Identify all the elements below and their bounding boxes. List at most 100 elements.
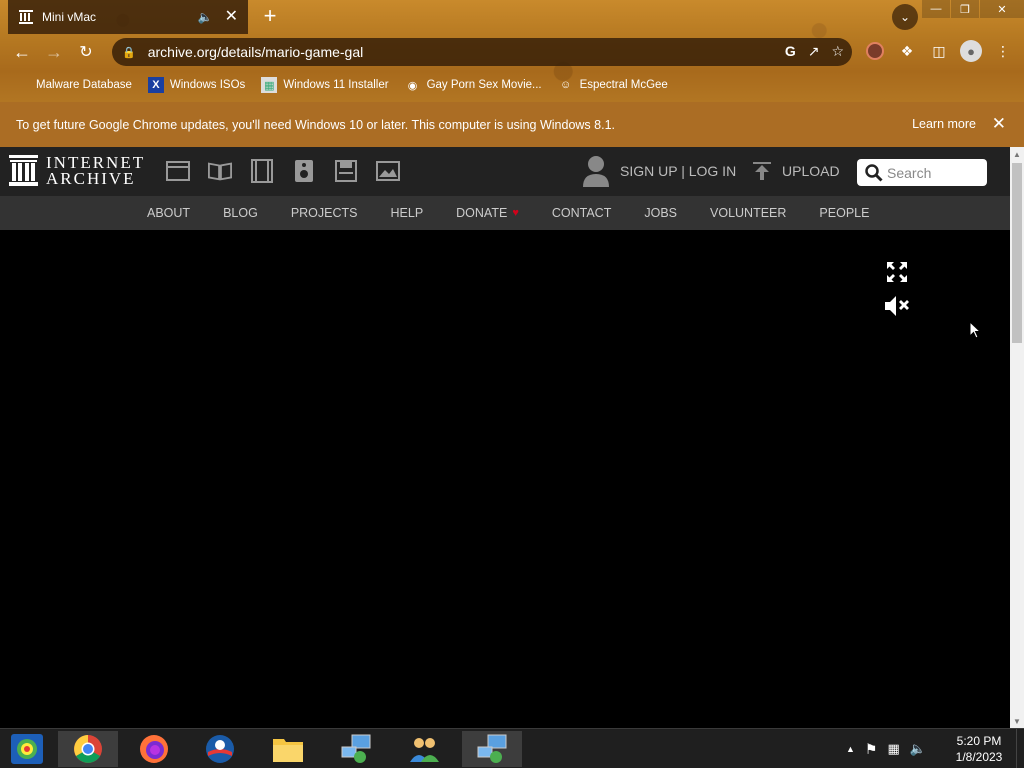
- bookmark-item[interactable]: ☺ Espectral McGee: [558, 77, 668, 93]
- chrome-taskbar-button[interactable]: [58, 731, 118, 767]
- nav-help[interactable]: HELP: [391, 206, 424, 220]
- scroll-thumb[interactable]: [1012, 163, 1022, 343]
- bookmarks-bar: Malware Database X Windows ISOs ▦ Window…: [0, 72, 1024, 98]
- forward-button[interactable]: →: [42, 40, 66, 64]
- page-scrollbar[interactable]: ▲ ▼: [1010, 147, 1024, 728]
- nav-projects[interactable]: PROJECTS: [291, 206, 358, 220]
- bookmark-label: Malware Database: [36, 79, 132, 91]
- chrome-icon: [74, 735, 102, 763]
- logo-line2: ARCHIVE: [46, 169, 136, 188]
- images-icon[interactable]: [376, 159, 400, 183]
- video-icon[interactable]: [250, 159, 274, 183]
- browser-frame: Mini vMac 🔈 ✕ + ⌄ — ❐ ✕ ← → ↻ 🔒 archive.…: [0, 0, 1024, 102]
- upload-link[interactable]: UPLOAD: [752, 161, 840, 181]
- signup-login-link[interactable]: SIGN UP | LOG IN: [620, 163, 736, 179]
- software-icon[interactable]: [334, 159, 358, 183]
- tab-search-button[interactable]: ⌄: [892, 4, 918, 30]
- nav-about[interactable]: ABOUT: [147, 206, 190, 220]
- show-desktop-button[interactable]: [1016, 729, 1024, 768]
- bookmark-label: Windows ISOs: [169, 79, 246, 91]
- side-panel-icon[interactable]: ◫: [928, 40, 950, 62]
- web-icon[interactable]: [166, 159, 190, 183]
- back-button[interactable]: ←: [10, 40, 34, 64]
- bookmark-label: Gay Porn Sex Movie...: [426, 79, 542, 91]
- show-hidden-icons-icon[interactable]: ▲: [846, 744, 855, 754]
- infobar-close-icon[interactable]: ✕: [992, 114, 1006, 134]
- window-close-button[interactable]: ✕: [980, 0, 1024, 18]
- search-input[interactable]: [887, 164, 977, 181]
- obama-taskbar-button[interactable]: [190, 731, 250, 767]
- extension-avatar-icon[interactable]: [864, 40, 886, 62]
- nav-people[interactable]: PEOPLE: [819, 206, 869, 220]
- action-center-flag-icon[interactable]: ⚑: [865, 741, 878, 758]
- bookmark-label: Windows 11 Installer: [283, 79, 389, 91]
- bookmark-item[interactable]: ◉ Gay Porn Sex Movie...: [405, 77, 542, 93]
- emulator-controls: [884, 259, 910, 327]
- extensions-puzzle-icon[interactable]: ❖: [896, 40, 918, 62]
- circle-logo-icon: [206, 735, 234, 763]
- menu-kebab-icon[interactable]: ⋮: [992, 40, 1014, 62]
- search-icon[interactable]: [865, 163, 883, 182]
- media-icons: [166, 159, 400, 183]
- tab-close-icon[interactable]: ✕: [225, 9, 238, 25]
- computer-network-icon: [477, 734, 507, 763]
- firefox-taskbar-button[interactable]: [124, 731, 184, 767]
- nav-blog[interactable]: BLOG: [223, 206, 258, 220]
- bookmark-item[interactable]: X Windows ISOs: [147, 77, 246, 93]
- network-program-taskbar-button[interactable]: [326, 731, 386, 767]
- mouse-cursor-icon: [969, 321, 981, 339]
- restore-button[interactable]: ❐: [951, 0, 979, 18]
- nav-donate[interactable]: DONATE ♥: [456, 206, 519, 220]
- tab-title: Mini vMac: [42, 10, 97, 24]
- file-explorer-taskbar-button[interactable]: [258, 731, 318, 767]
- url-text: archive.org/details/mario-game-gal: [147, 44, 364, 60]
- profile-icon[interactable]: ●: [960, 40, 982, 62]
- star-icon[interactable]: ☆: [831, 43, 844, 60]
- fullscreen-icon[interactable]: [884, 259, 910, 285]
- clock-date: 1/8/2023: [955, 750, 1003, 764]
- texts-icon[interactable]: [208, 159, 232, 183]
- bookmark-item[interactable]: Malware Database: [14, 77, 132, 93]
- audio-icon[interactable]: [292, 159, 316, 183]
- network-icon[interactable]: ▦: [887, 741, 899, 757]
- users-taskbar-button[interactable]: [394, 731, 454, 767]
- clock[interactable]: 5:20 PM 1/8/2023: [948, 733, 1010, 765]
- address-bar[interactable]: 🔒 archive.org/details/mario-game-gal G ↗…: [112, 38, 852, 66]
- volume-icon[interactable]: 🔈: [910, 741, 926, 757]
- network-program-2-taskbar-button[interactable]: [462, 731, 522, 767]
- nav-donate-label: DONATE: [456, 206, 508, 220]
- start-button[interactable]: [0, 731, 54, 767]
- google-icon[interactable]: G: [785, 43, 796, 60]
- image-icon: ▦: [261, 77, 278, 93]
- user-area: SIGN UP | LOG IN: [582, 155, 736, 187]
- mute-icon[interactable]: [884, 293, 910, 319]
- computer-network-icon: [341, 734, 371, 763]
- reload-button[interactable]: ↻: [74, 40, 98, 64]
- tab-audio-icon[interactable]: 🔈: [198, 10, 213, 24]
- ia-logo[interactable]: INTERNET ARCHIVE: [9, 154, 145, 188]
- scroll-down-icon[interactable]: ▼: [1010, 714, 1024, 728]
- site-icon: ◉: [407, 79, 418, 92]
- lock-icon[interactable]: 🔒: [122, 46, 136, 59]
- bookmark-icon: [14, 77, 30, 93]
- nav-contact[interactable]: CONTACT: [552, 206, 612, 220]
- bookmark-label: Espectral McGee: [579, 79, 668, 91]
- x-logo-icon: X: [147, 77, 164, 93]
- user-icon[interactable]: [582, 155, 610, 187]
- nav-volunteer[interactable]: VOLUNTEER: [710, 206, 786, 220]
- nav-jobs[interactable]: JOBS: [644, 206, 677, 220]
- upload-icon: [753, 162, 771, 180]
- new-tab-button[interactable]: +: [258, 5, 282, 29]
- minimize-button[interactable]: —: [922, 0, 950, 18]
- system-tray: ▲ ⚑ ▦ 🔈: [846, 729, 926, 768]
- folder-icon: [273, 739, 303, 762]
- clock-time: 5:20 PM: [956, 734, 1002, 748]
- bookmark-item[interactable]: ▦ Windows 11 Installer: [261, 77, 389, 93]
- upload-label: UPLOAD: [782, 163, 840, 179]
- search-box: [857, 159, 987, 186]
- scroll-up-icon[interactable]: ▲: [1010, 147, 1024, 161]
- browser-toolbar: ← → ↻ 🔒 archive.org/details/mario-game-g…: [0, 34, 1024, 70]
- tab-mini-vmac[interactable]: Mini vMac 🔈 ✕: [8, 0, 248, 34]
- learn-more-link[interactable]: Learn more: [912, 117, 976, 131]
- share-icon[interactable]: ↗: [808, 43, 820, 60]
